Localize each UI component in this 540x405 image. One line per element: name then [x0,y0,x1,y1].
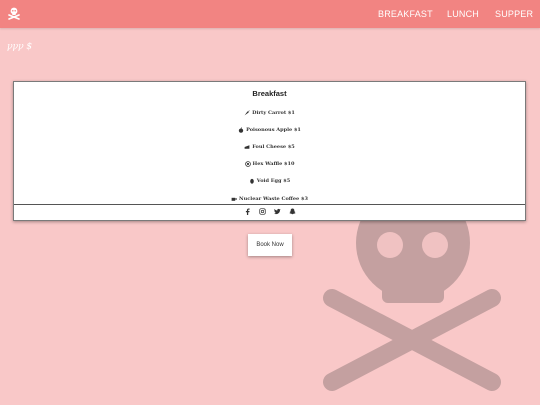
page-subtitle: ꝩꝩꝩ $ [7,42,33,52]
egg-icon [249,179,254,185]
menu-item-label: Dirty Carrot $1 [252,109,295,116]
menu-item: Foul Cheese $5 [14,138,525,155]
social-links [14,208,525,218]
card-divider [14,204,525,205]
menu-card: Breakfast Dirty Carrot $1 Poisonous Appl… [13,81,526,221]
menu-item: Hex Waffle $10 [14,156,525,173]
menu-item-label: Void Egg $5 [256,178,291,185]
nav-lunch-link[interactable]: LUNCH [447,8,479,20]
instagram-icon[interactable] [258,208,266,215]
nav-breakfast-link[interactable]: BREAKFAST [378,8,433,20]
book-now-button[interactable]: Book Now [248,234,292,256]
menu-item: Dirty Carrot $1 [14,104,525,121]
menu-item-label: Poisonous Apple $1 [246,126,301,133]
twitter-icon[interactable] [273,208,281,215]
waffle-icon [244,161,251,167]
cheese-icon [244,145,250,149]
menu-title: Breakfast [252,89,287,98]
navbar: BREAKFAST LUNCH SUPPER [0,0,540,28]
coffee-icon [231,197,237,201]
menu-item-label: Foul Cheese $5 [252,143,295,150]
menu-item: Void Egg $5 [14,173,525,190]
menu-item: Poisonous Apple $1 [14,121,525,138]
carrot-icon [244,109,250,115]
menu-item-label: Nuclear Waste Coffee $3 [239,195,308,202]
menu-item-label: Hex Waffle $10 [252,161,295,168]
skull-crossbones-icon[interactable] [7,6,21,20]
menu-list: Dirty Carrot $1 Poisonous Apple $1 Foul … [14,104,525,207]
apple-icon [238,126,244,133]
snapchat-icon[interactable] [288,208,296,215]
facebook-icon[interactable] [244,208,251,215]
nav-supper-link[interactable]: SUPPER [495,8,533,20]
